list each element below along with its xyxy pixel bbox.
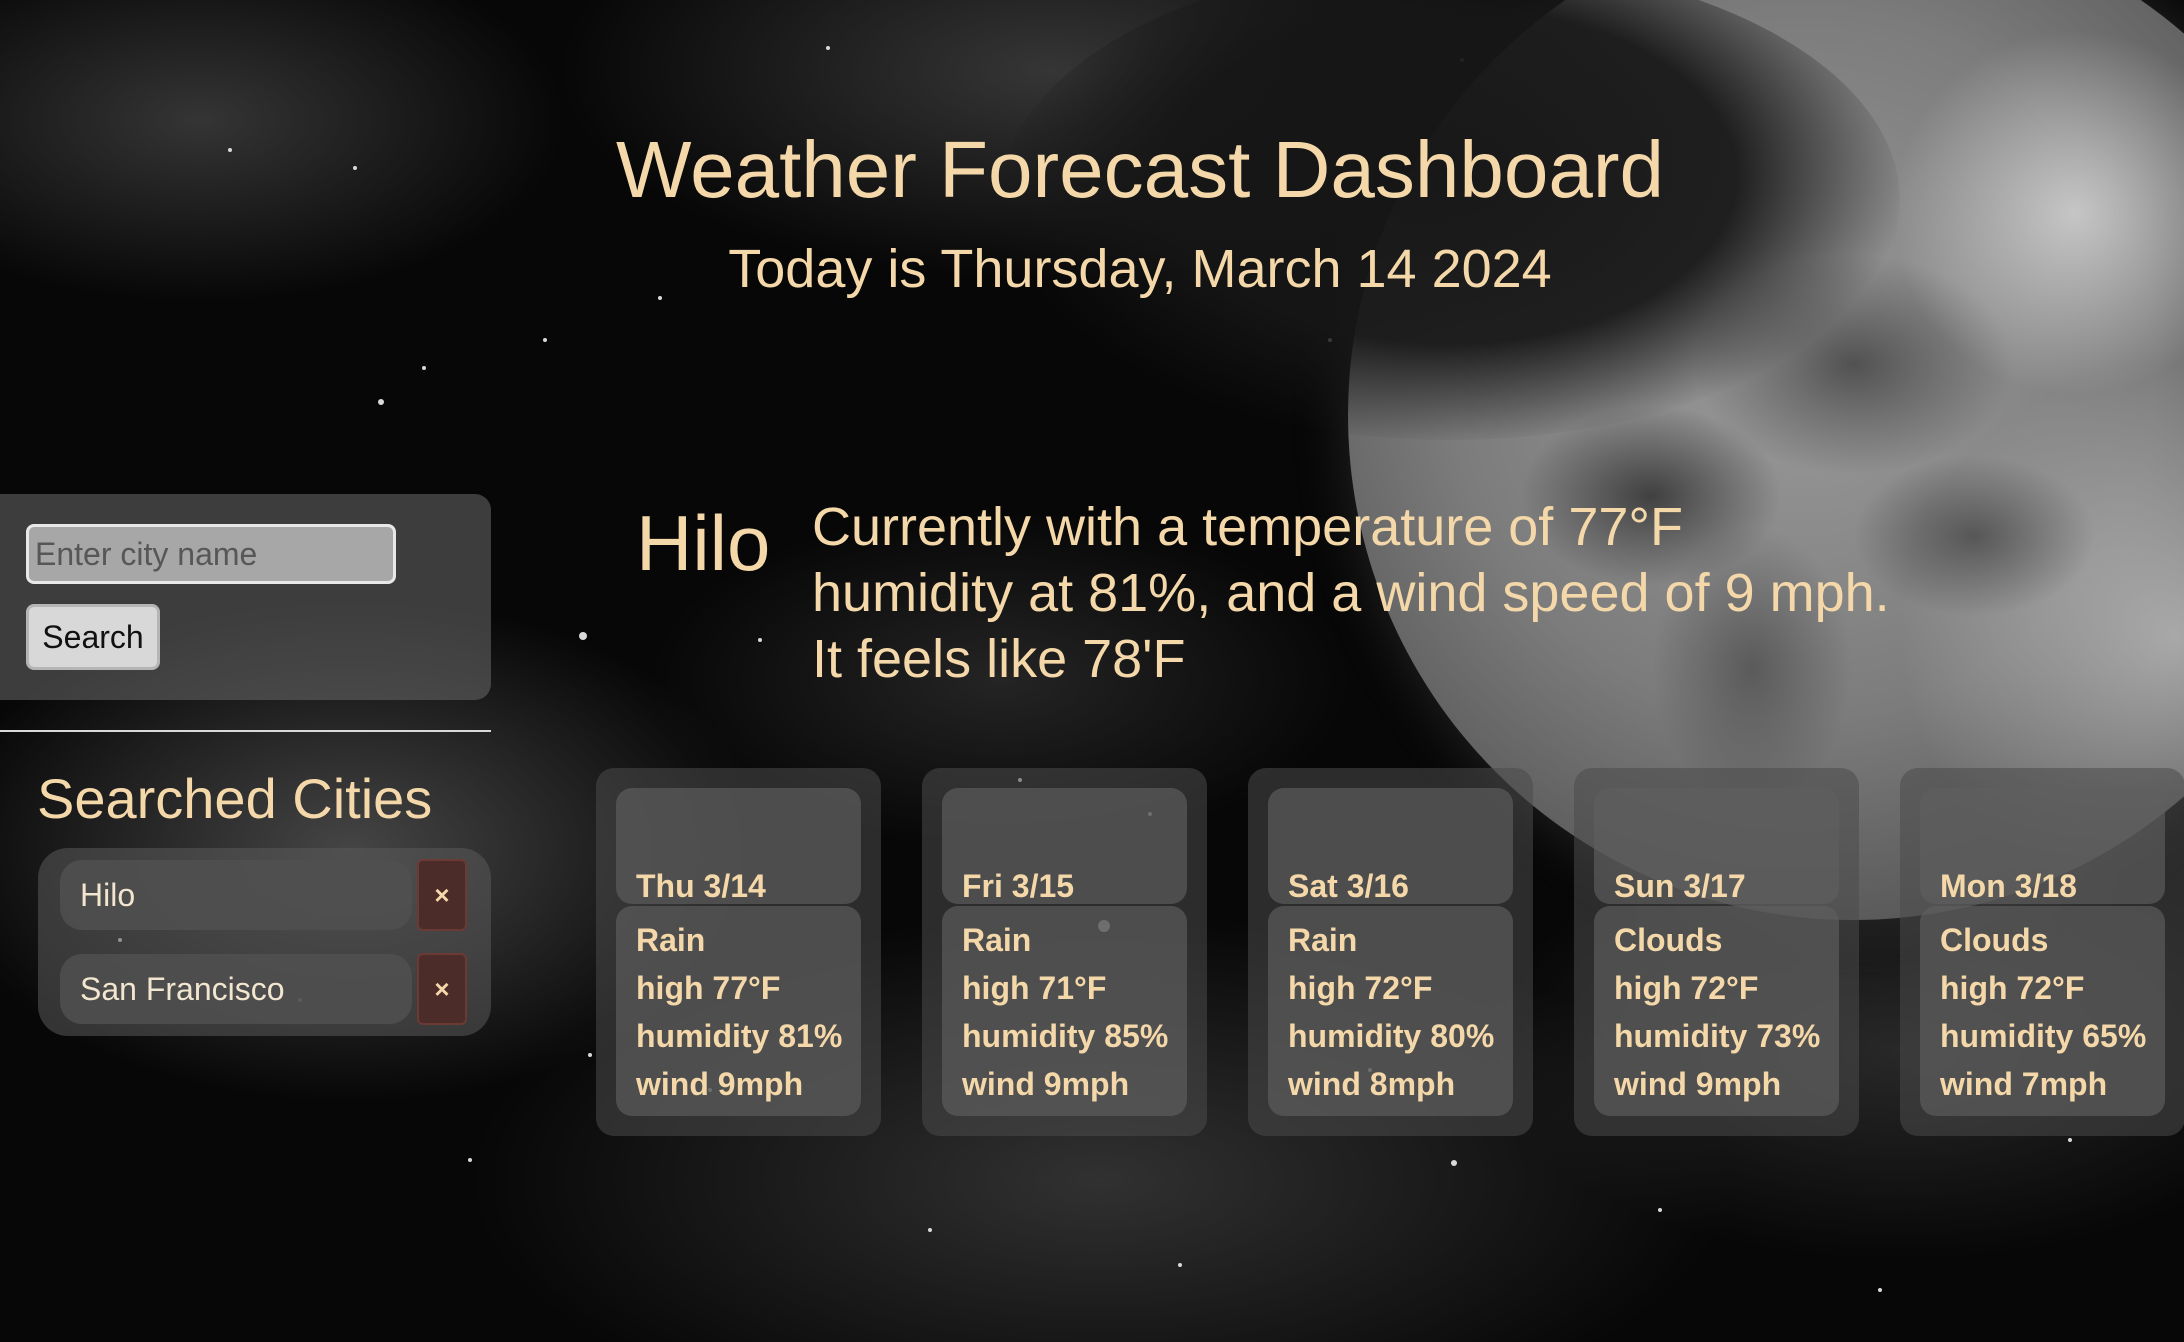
current-date: Today is Thursday, March 14 2024 — [728, 239, 1552, 299]
forecast-day: Sat 3/16 — [1268, 788, 1513, 904]
forecast-humidity: humidity 80% — [1288, 1018, 1495, 1054]
forecast-high: high 72°F — [1288, 970, 1433, 1006]
current-temperature-text: Currently with a temperature of 77°F — [812, 497, 1683, 557]
forecast-high: high 72°F — [1614, 970, 1759, 1006]
city-history-item-san-francisco[interactable]: San Francisco — [60, 954, 412, 1024]
current-conditions: Currently with a temperature of 77°F hum… — [812, 494, 2012, 692]
forecast-humidity: humidity 65% — [1940, 1018, 2147, 1054]
forecast-card: Sat 3/16 Rain high 72°F humidity 80% win… — [1248, 768, 1533, 1136]
forecast-day: Mon 3/18 — [1920, 788, 2165, 904]
current-humidity-wind-text: humidity at 81%, and a wind speed of 9 m… — [812, 563, 1890, 623]
forecast-wind: wind 9mph — [962, 1066, 1130, 1102]
forecast-humidity: humidity 73% — [1614, 1018, 1821, 1054]
forecast-wind: wind 8mph — [1288, 1066, 1456, 1102]
forecast-wind: wind 7mph — [1940, 1066, 2108, 1102]
forecast-high: high 77°F — [636, 970, 781, 1006]
forecast-day: Fri 3/15 — [942, 788, 1187, 904]
city-search-input[interactable] — [26, 524, 396, 584]
searched-cities-heading: Searched Cities — [37, 767, 433, 830]
page-title: Weather Forecast Dashboard — [616, 125, 1664, 214]
current-feels-like-text: It feels like 78'F — [812, 629, 1186, 689]
forecast-details: Clouds high 72°F humidity 73% wind 9mph — [1594, 906, 1839, 1116]
forecast-card: Thu 3/14 Rain high 77°F humidity 81% win… — [596, 768, 881, 1136]
forecast-details: Clouds high 72°F humidity 65% wind 7mph — [1920, 906, 2165, 1116]
city-history-item-hilo[interactable]: Hilo — [60, 860, 412, 930]
search-button[interactable]: Search — [26, 604, 160, 670]
forecast-condition: Rain — [636, 922, 706, 958]
dashboard-page: Weather Forecast Dashboard Today is Thur… — [0, 0, 2184, 1342]
forecast-details: Rain high 77°F humidity 81% wind 9mph — [616, 906, 861, 1116]
forecast-day: Thu 3/14 — [616, 788, 861, 904]
forecast-humidity: humidity 85% — [962, 1018, 1169, 1054]
forecast-card: Mon 3/18 Clouds high 72°F humidity 65% w… — [1900, 768, 2184, 1136]
forecast-condition: Rain — [962, 922, 1032, 958]
forecast-high: high 72°F — [1940, 970, 2085, 1006]
forecast-wind: wind 9mph — [1614, 1066, 1782, 1102]
forecast-day: Sun 3/17 — [1594, 788, 1839, 904]
forecast-card: Fri 3/15 Rain high 71°F humidity 85% win… — [922, 768, 1207, 1136]
remove-city-button-san-francisco[interactable]: × — [417, 953, 467, 1025]
forecast-condition: Clouds — [1614, 922, 1723, 958]
searched-cities-list: Hilo × San Francisco × — [38, 848, 491, 1036]
forecast-humidity: humidity 81% — [636, 1018, 843, 1054]
forecast-condition: Clouds — [1940, 922, 2049, 958]
forecast-details: Rain high 72°F humidity 80% wind 8mph — [1268, 906, 1513, 1116]
current-city-name: Hilo — [636, 499, 771, 587]
forecast-wind: wind 9mph — [636, 1066, 804, 1102]
forecast-details: Rain high 71°F humidity 85% wind 9mph — [942, 906, 1187, 1116]
search-panel: Search — [0, 494, 491, 700]
forecast-high: high 71°F — [962, 970, 1107, 1006]
remove-city-button-hilo[interactable]: × — [417, 859, 467, 931]
sidebar-divider — [0, 730, 491, 732]
forecast-condition: Rain — [1288, 922, 1358, 958]
forecast-card: Sun 3/17 Clouds high 72°F humidity 73% w… — [1574, 768, 1859, 1136]
